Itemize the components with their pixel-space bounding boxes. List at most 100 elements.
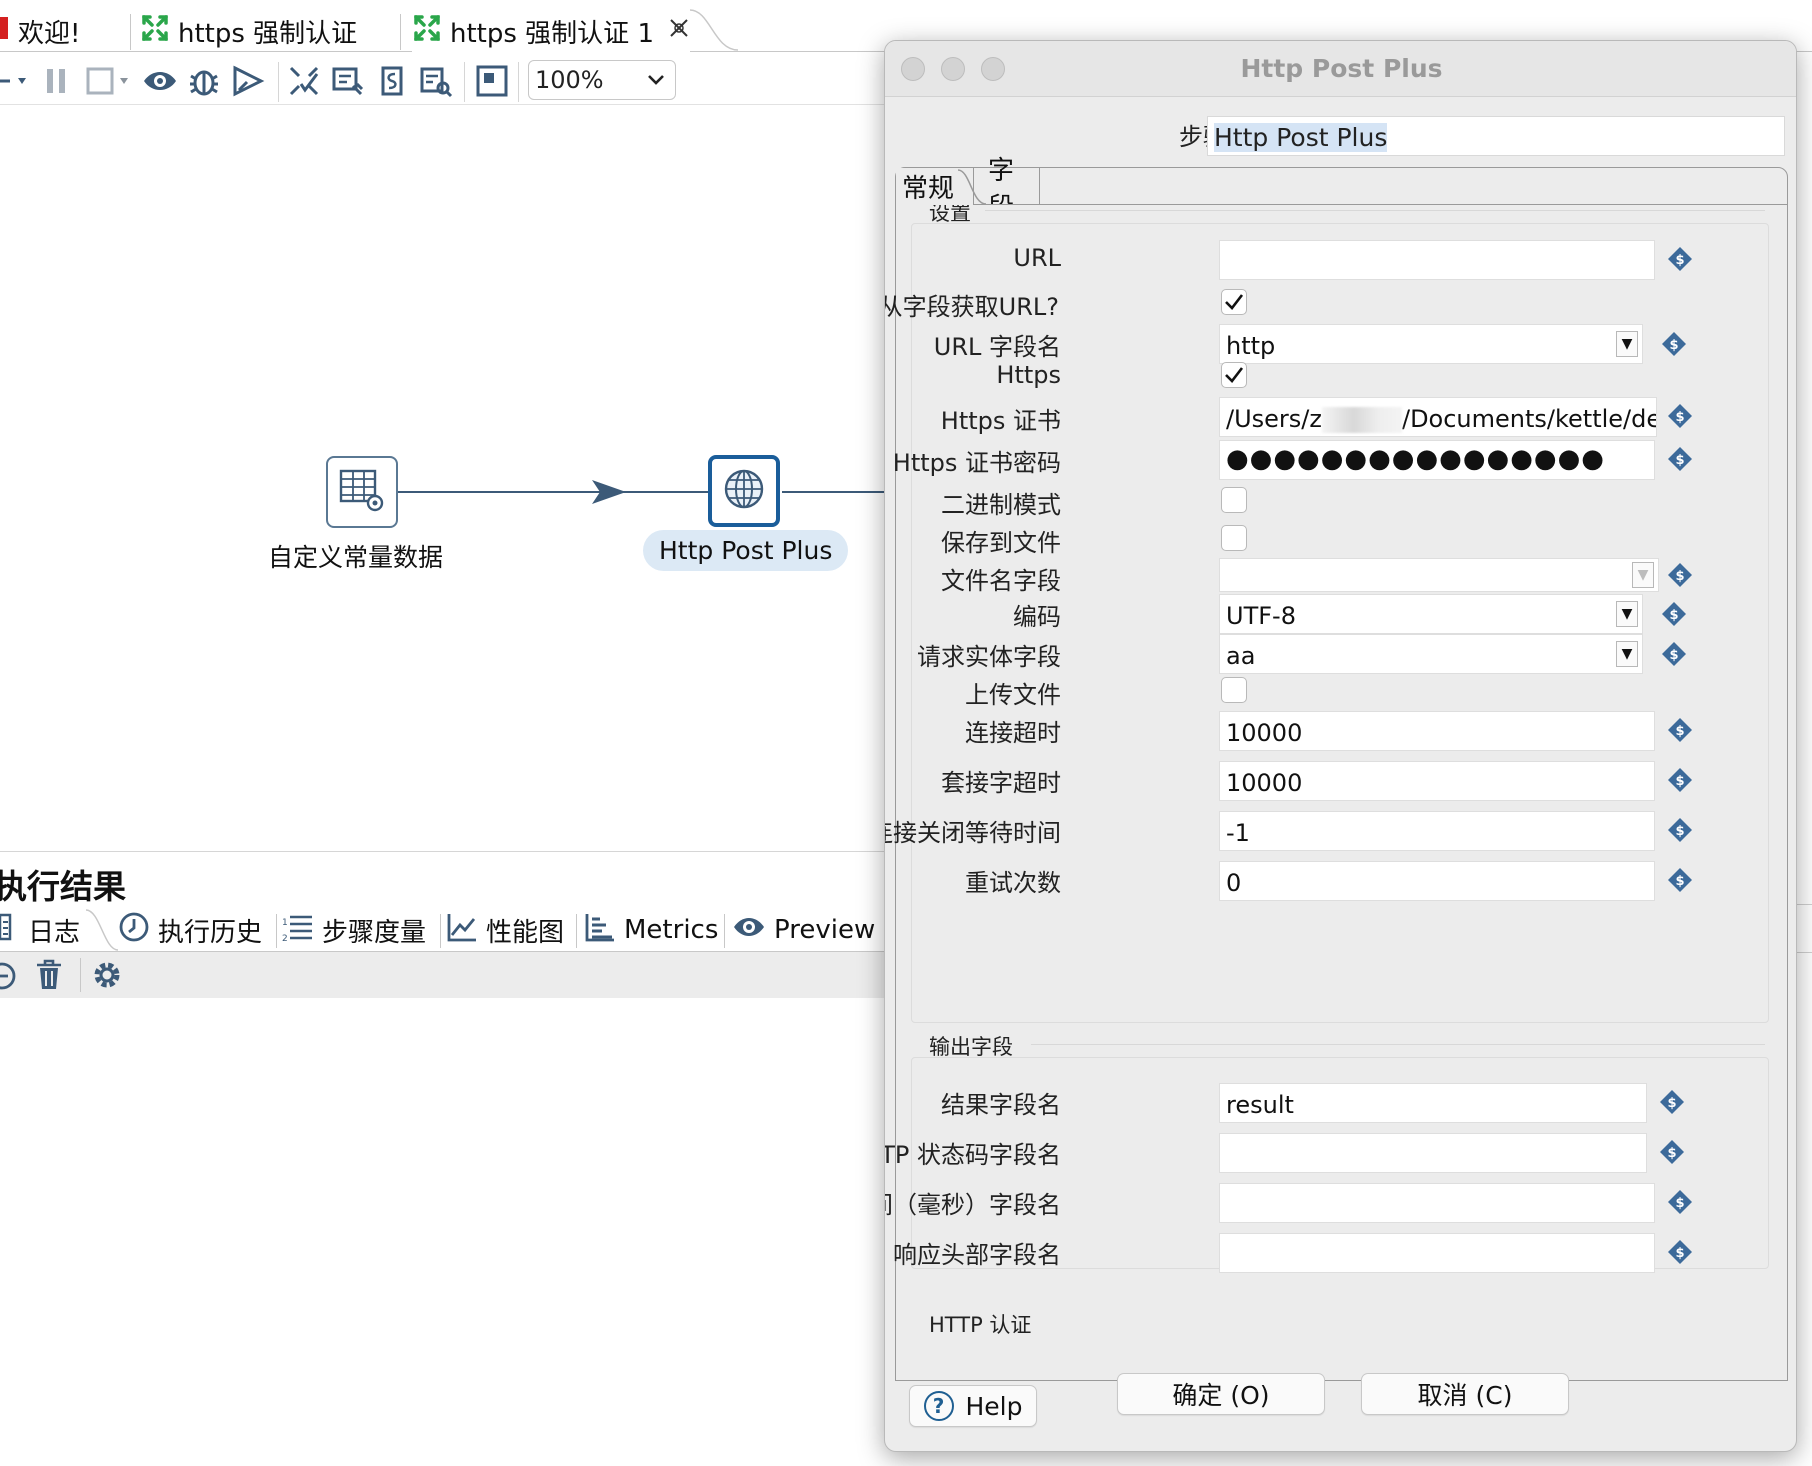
tab-execution-history[interactable]: 执行历史 bbox=[118, 910, 262, 950]
data-grid-step-label: 自定义常量数据 bbox=[268, 543, 444, 572]
request-entity-combo[interactable]: aa ▼ bbox=[1219, 634, 1643, 674]
socket-timeout-input[interactable]: 10000 bbox=[1219, 761, 1655, 801]
url-field-name-combo[interactable]: http ▼ bbox=[1219, 324, 1643, 364]
variable-icon[interactable]: $ bbox=[1659, 1139, 1685, 1165]
variable-icon[interactable]: $ bbox=[1659, 1089, 1685, 1115]
connection-close-wait-label: 连接关闭等待时间 bbox=[884, 819, 1061, 847]
svg-text:$: $ bbox=[1667, 1096, 1676, 1111]
dropdown-arrow-icon[interactable]: ▼ bbox=[1616, 601, 1638, 627]
svg-text:$: $ bbox=[1675, 253, 1684, 268]
binary-mode-label: 二进制模式 bbox=[941, 491, 1061, 519]
dropdown-arrow-icon[interactable]: ▼ bbox=[1616, 641, 1638, 667]
https-cert-path-start: /Users/z bbox=[1226, 405, 1322, 433]
preview-icon bbox=[732, 913, 766, 948]
response-header-field-input[interactable] bbox=[1219, 1233, 1655, 1273]
data-grid-icon bbox=[337, 465, 387, 519]
url-from-field-checkbox[interactable] bbox=[1221, 289, 1247, 315]
log-settings-gear-icon[interactable] bbox=[90, 958, 124, 996]
tab-performance-chart[interactable]: 性能图 bbox=[446, 910, 564, 950]
tab-label: 执行历史 bbox=[158, 917, 263, 948]
variable-icon[interactable]: $ bbox=[1661, 601, 1687, 627]
tab-log[interactable]: 日志 bbox=[0, 910, 80, 950]
filename-field-combo[interactable]: ▼ bbox=[1219, 558, 1659, 592]
response-header-field-label: 响应头部字段名 bbox=[893, 1241, 1061, 1269]
connection-timeout-label: 连接超时 bbox=[965, 719, 1061, 747]
variable-icon[interactable]: $ bbox=[1667, 403, 1693, 429]
save-to-file-checkbox[interactable] bbox=[1221, 525, 1247, 551]
tab-label: Metrics bbox=[624, 915, 719, 945]
dropdown-arrow-icon[interactable]: ▼ bbox=[1632, 562, 1654, 588]
globe-icon bbox=[722, 467, 766, 515]
binary-mode-checkbox[interactable] bbox=[1221, 487, 1247, 513]
tab-metrics[interactable]: Metrics bbox=[584, 910, 718, 950]
variable-icon[interactable]: $ bbox=[1661, 641, 1687, 667]
encoding-label: 编码 bbox=[1013, 603, 1061, 631]
variable-icon[interactable]: $ bbox=[1661, 331, 1687, 357]
clear-log-trash-icon[interactable] bbox=[34, 958, 64, 996]
log-icon bbox=[0, 913, 14, 948]
variable-icon[interactable]: $ bbox=[1667, 867, 1693, 893]
tab-step-metrics[interactable]: 12 步骤度量 bbox=[282, 910, 426, 950]
history-icon bbox=[118, 911, 150, 950]
https-cert-label: Https 证书 bbox=[940, 407, 1061, 435]
close-window-button[interactable] bbox=[901, 57, 925, 81]
https-cert-input[interactable]: /Users/z/Documents/kettle/demo/e3k bbox=[1219, 397, 1657, 437]
variable-icon[interactable]: $ bbox=[1667, 446, 1693, 472]
svg-text:$: $ bbox=[1675, 410, 1684, 425]
connection-close-wait-input[interactable]: -1 bbox=[1219, 811, 1655, 851]
svg-text:2: 2 bbox=[282, 934, 288, 943]
variable-icon[interactable]: $ bbox=[1667, 817, 1693, 843]
results-title: 执行结果 bbox=[0, 867, 126, 906]
tab-label: 性能图 bbox=[486, 917, 565, 948]
http-auth-group-label: HTTP 认证 bbox=[929, 1313, 1032, 1337]
variable-icon[interactable]: $ bbox=[1667, 1189, 1693, 1215]
https-cert-password-input[interactable]: ●●●●●●●●●●●●●●●● bbox=[1219, 440, 1655, 480]
http-status-code-field-input[interactable] bbox=[1219, 1133, 1647, 1173]
http-post-plus-dialog: Http Post Plus 步骤名称 Http Post Plus 常规 字段… bbox=[884, 40, 1797, 1452]
svg-text:$: $ bbox=[1669, 608, 1678, 623]
ok-button[interactable]: 确定 (O) bbox=[1117, 1373, 1325, 1415]
variable-icon[interactable]: $ bbox=[1667, 246, 1693, 272]
stop-log-icon[interactable] bbox=[0, 960, 22, 996]
svg-text:$: $ bbox=[1669, 338, 1678, 353]
http-status-code-field-label: HTTP 状态码字段名 bbox=[885, 1141, 1061, 1169]
tab-preview[interactable]: Preview d bbox=[732, 910, 900, 950]
dropdown-arrow-icon[interactable]: ▼ bbox=[1616, 331, 1638, 357]
svg-text:$: $ bbox=[1675, 453, 1684, 468]
response-time-field-input[interactable] bbox=[1219, 1183, 1655, 1223]
encoding-combo[interactable]: UTF-8 ▼ bbox=[1219, 594, 1643, 634]
help-button[interactable]: ? Help bbox=[909, 1385, 1037, 1427]
retry-count-input[interactable]: 0 bbox=[1219, 861, 1655, 901]
https-checkbox[interactable] bbox=[1221, 362, 1247, 388]
help-button-label: Help bbox=[965, 1391, 1023, 1421]
tab-label: 日志 bbox=[28, 917, 81, 948]
dialog-title: Http Post Plus bbox=[1240, 54, 1443, 83]
tab-fields[interactable]: 字段 bbox=[982, 156, 1040, 223]
help-icon: ? bbox=[923, 1391, 954, 1421]
minimize-window-button[interactable] bbox=[941, 57, 965, 81]
step-name-value: Http Post Plus bbox=[1214, 123, 1388, 152]
https-cert-path-end: /Documents/kettle/demo/e3k bbox=[1401, 405, 1656, 433]
cancel-button[interactable]: 取消 (C) bbox=[1361, 1373, 1569, 1415]
url-field-name-label: URL 字段名 bbox=[933, 333, 1061, 361]
variable-icon[interactable]: $ bbox=[1667, 1239, 1693, 1265]
svg-text:$: $ bbox=[1675, 1246, 1684, 1261]
data-grid-step[interactable] bbox=[326, 456, 398, 528]
variable-icon[interactable]: $ bbox=[1667, 767, 1693, 793]
url-input[interactable] bbox=[1219, 240, 1655, 280]
upload-file-label: 上传文件 bbox=[965, 681, 1061, 709]
upload-file-checkbox[interactable] bbox=[1221, 677, 1247, 703]
zoom-window-button[interactable] bbox=[981, 57, 1005, 81]
variable-icon[interactable]: $ bbox=[1667, 717, 1693, 743]
http-post-plus-step[interactable] bbox=[708, 455, 780, 527]
redacted-region bbox=[1321, 407, 1402, 433]
step-name-input[interactable]: Http Post Plus bbox=[1207, 116, 1785, 156]
http-post-plus-step-label: Http Post Plus bbox=[643, 530, 849, 571]
save-to-file-label: 保存到文件 bbox=[941, 529, 1061, 557]
connection-timeout-input[interactable]: 10000 bbox=[1219, 711, 1655, 751]
result-field-name-input[interactable]: result bbox=[1219, 1083, 1647, 1123]
variable-icon[interactable]: $ bbox=[1667, 562, 1693, 588]
result-field-name-label: 结果字段名 bbox=[941, 1091, 1061, 1119]
svg-text:$: $ bbox=[1675, 774, 1684, 789]
svg-text:$: $ bbox=[1675, 874, 1684, 889]
